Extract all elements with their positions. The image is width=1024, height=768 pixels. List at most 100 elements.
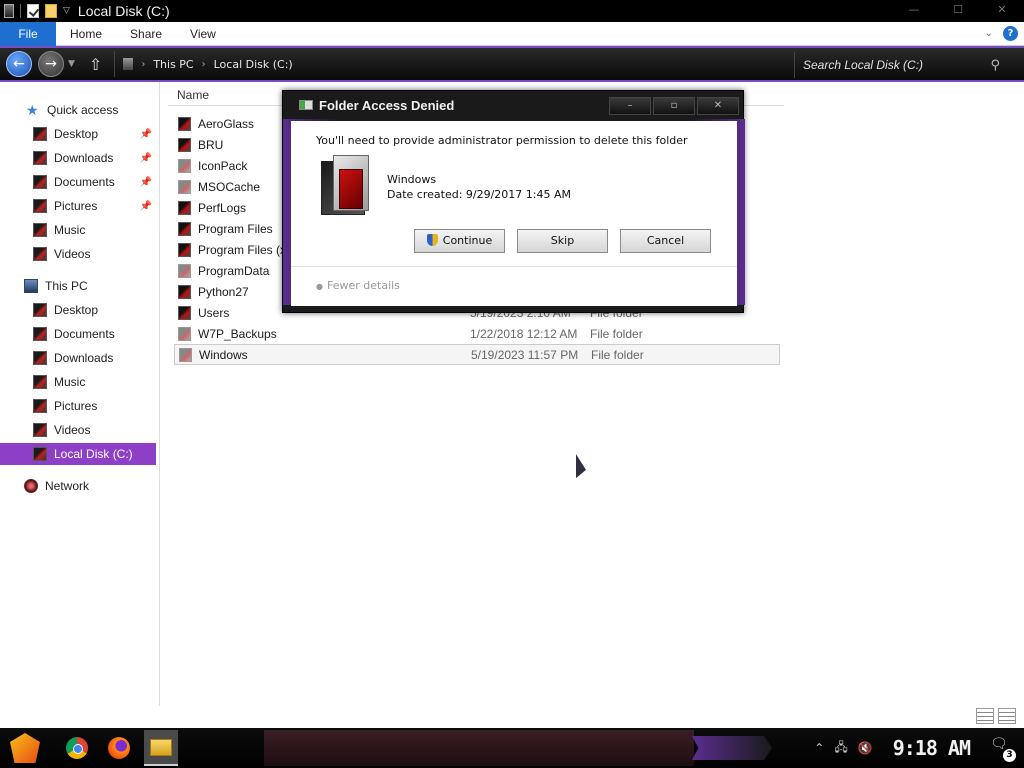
address-bar: ← → ▼ ⇧ › This PC › Local Disk (C:) Sear… [0, 46, 1024, 82]
expand-ribbon-chevron-icon[interactable]: ⌄ [985, 28, 993, 39]
speaker-muted-icon[interactable]: 🔇 [858, 741, 873, 755]
dialog-divider [291, 266, 737, 267]
pin-icon[interactable]: 📌 [140, 129, 152, 140]
fewer-details-label: Fewer details [326, 279, 400, 292]
maximize-button[interactable]: ☐ [936, 0, 980, 22]
sidebar-item-pc-downloads[interactable]: Downloads [0, 347, 156, 369]
taskbar-decoration [264, 730, 694, 766]
pin-icon[interactable]: 📌 [140, 201, 152, 212]
sidebar-item-pc-desktop[interactable]: Desktop [0, 299, 156, 321]
sidebar-item-videos[interactable]: Videos [0, 243, 156, 265]
ribbon-right-controls: ⌄ ? [985, 26, 1018, 41]
drive-icon [33, 447, 47, 461]
dialog-close-button[interactable]: ✕ [697, 97, 739, 115]
file-explorer-icon [150, 738, 172, 756]
minimize-button[interactable]: — [892, 0, 936, 22]
sidebar-item-label: Desktop [54, 303, 99, 317]
pin-icon[interactable]: 📌 [140, 177, 152, 188]
notification-badge: 3 [1003, 749, 1016, 762]
search-input[interactable]: Search Local Disk (C:) ⚲ [794, 52, 1008, 78]
chevron-up-icon[interactable]: ⌃ [814, 741, 824, 755]
cancel-button[interactable]: Cancel [620, 229, 711, 253]
sidebar-item-label: Music [54, 223, 86, 237]
tab-share[interactable]: Share [116, 22, 176, 46]
sidebar-item-pc-videos[interactable]: Videos [0, 419, 156, 441]
back-button[interactable]: ← [6, 51, 32, 77]
recent-locations-chevron-icon[interactable]: ▼ [68, 59, 75, 69]
tab-home[interactable]: Home [56, 22, 116, 46]
up-arrow-icon[interactable]: ⇧ [89, 55, 102, 74]
details-view-icon[interactable] [976, 708, 994, 724]
sidebar-item-pictures[interactable]: Pictures 📌 [0, 195, 156, 217]
sidebar-item-documents[interactable]: Documents 📌 [0, 171, 156, 193]
breadcrumb-chevron-icon[interactable]: › [202, 59, 206, 70]
ribbon-tabs: File Home Share View ⌄ ? [0, 21, 1024, 46]
table-row-selected[interactable]: Windows 5/19/2023 11:57 PM File folder [174, 344, 780, 365]
music-icon [33, 223, 47, 237]
dialog-minimize-button[interactable]: – [609, 97, 651, 115]
forward-button[interactable]: → [38, 51, 64, 77]
sidebar-item-desktop[interactable]: Desktop 📌 [0, 123, 156, 145]
tab-view[interactable]: View [176, 22, 230, 46]
system-tray: ⌃ 🖧 🔇 9:18 AM 🗨 3 [814, 728, 1024, 768]
sidebar-item-local-disk[interactable]: Local Disk (C:) [0, 443, 156, 465]
search-icon[interactable]: ⚲ [990, 58, 1000, 73]
pictures-icon [33, 199, 47, 213]
tab-file[interactable]: File [0, 21, 56, 46]
music-icon [33, 375, 47, 389]
date-modified: 1/22/2018 12:12 AM [470, 326, 578, 341]
table-row[interactable]: W7P_Backups 1/22/2018 12:12 AM File fold… [174, 323, 780, 344]
network-icon [24, 479, 38, 493]
skip-button[interactable]: Skip [517, 229, 608, 253]
close-button[interactable]: ✕ [980, 0, 1024, 22]
new-folder-icon[interactable] [45, 4, 57, 18]
action-center-icon[interactable]: 🗨 3 [990, 736, 1016, 762]
explorer-app-icon[interactable] [4, 4, 14, 18]
taskbar: ⌃ 🖧 🔇 9:18 AM 🗨 3 [0, 728, 1024, 768]
taskbar-chrome[interactable] [60, 730, 94, 766]
breadcrumb-chevron-icon[interactable]: › [141, 59, 145, 70]
help-icon[interactable]: ? [1003, 26, 1018, 41]
sidebar-item-pc-pictures[interactable]: Pictures [0, 395, 156, 417]
column-name-header[interactable]: Name [168, 88, 209, 102]
sidebar-item-label: Pictures [54, 199, 98, 213]
properties-icon[interactable] [27, 4, 39, 18]
taskbar-firefox[interactable] [102, 730, 136, 766]
folder-icon [178, 200, 191, 215]
start-button[interactable] [10, 733, 40, 763]
sidebar-item-label: Pictures [54, 399, 98, 413]
pictures-icon [33, 399, 47, 413]
sidebar-item-label: Downloads [54, 151, 114, 165]
breadcrumb[interactable]: › This PC › Local Disk (C:) [114, 51, 794, 77]
sidebar-item-label: Documents [54, 327, 115, 341]
network-icon[interactable]: 🖧 [834, 738, 847, 759]
pin-icon[interactable]: 📌 [140, 153, 152, 164]
sidebar-item-network[interactable]: Network [0, 475, 156, 497]
computer-icon [24, 279, 38, 293]
continue-button[interactable]: Continue [414, 229, 505, 253]
sidebar-item-pc-music[interactable]: Music [0, 371, 156, 393]
dialog-maximize-button[interactable]: ▫ [653, 97, 695, 115]
shield-icon [426, 234, 438, 246]
clock[interactable]: 9:18 AM [893, 736, 971, 760]
sidebar-item-this-pc[interactable]: This PC [0, 275, 156, 297]
large-icons-view-icon[interactable] [998, 708, 1016, 724]
star-icon: ★ [26, 102, 39, 118]
chrome-icon [66, 737, 88, 759]
fewer-details-toggle[interactable]: ● Fewer details [316, 279, 400, 292]
breadcrumb-local-disk[interactable]: Local Disk (C:) [214, 58, 293, 71]
taskbar-accent-decoration [692, 736, 772, 760]
sidebar-item-downloads[interactable]: Downloads 📌 [0, 147, 156, 169]
customize-toolbar-chevron-icon[interactable]: ▽ [63, 6, 70, 16]
file-type: File folder [590, 326, 643, 341]
folder-icon [178, 137, 191, 152]
breadcrumb-this-pc[interactable]: This PC [153, 58, 193, 71]
taskbar-file-explorer[interactable] [144, 730, 178, 766]
file-name: W7P_Backups [198, 326, 277, 341]
window-controls: — ☐ ✕ [892, 0, 1024, 22]
folder-icon [178, 305, 191, 320]
sidebar-item-pc-documents[interactable]: Documents [0, 323, 156, 345]
sidebar-item-music[interactable]: Music [0, 219, 156, 241]
sidebar-item-quick-access[interactable]: ★ Quick access [0, 99, 156, 121]
dialog-title: Folder Access Denied [319, 97, 455, 113]
